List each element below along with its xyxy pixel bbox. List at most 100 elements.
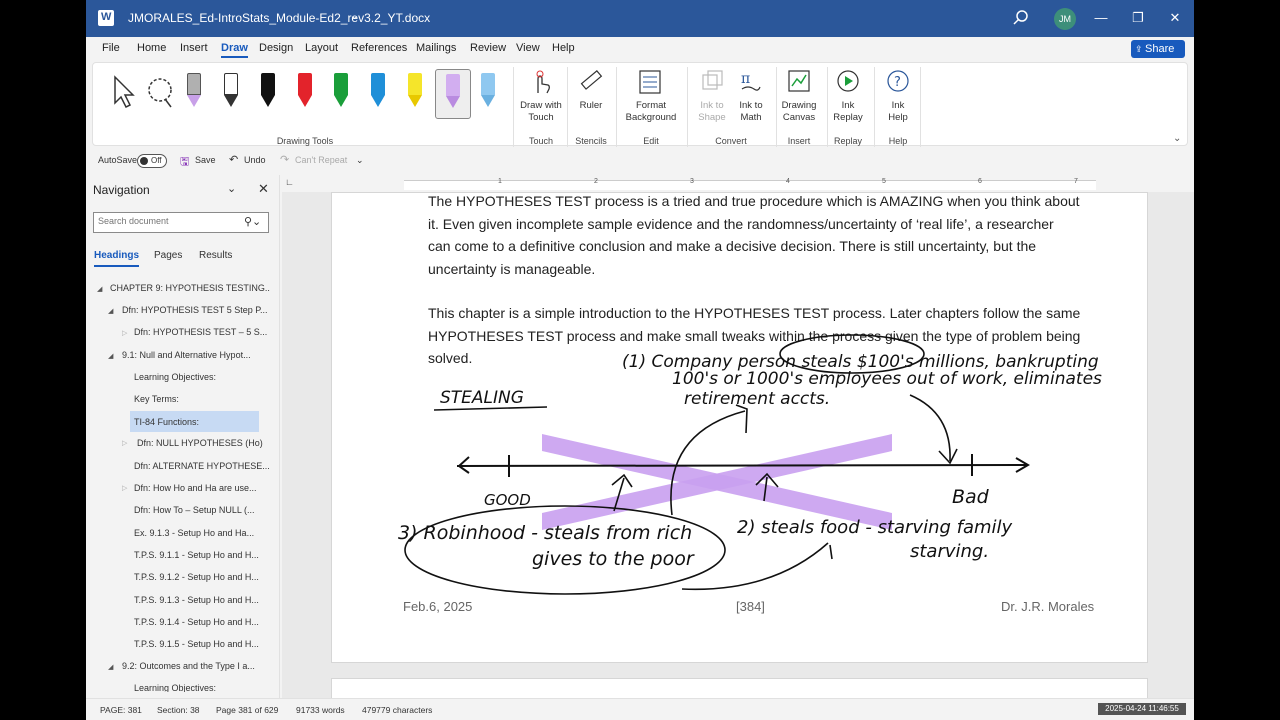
- pen-blue-icon[interactable]: [371, 73, 385, 109]
- tab-results[interactable]: Results: [199, 250, 232, 261]
- restore-icon[interactable]: ❐: [1128, 8, 1148, 28]
- format-background-label[interactable]: Format Background: [619, 100, 683, 124]
- drawing-canvas-label[interactable]: Drawing Canvas: [779, 100, 819, 124]
- tab-pages[interactable]: Pages: [154, 250, 182, 261]
- ink-to-math-label[interactable]: Ink to Math: [733, 100, 769, 124]
- heading-item[interactable]: CHAPTER 9: HYPOTHESIS TESTING...: [110, 283, 270, 293]
- autosave-toggle[interactable]: Off: [137, 154, 167, 168]
- save-button[interactable]: Save: [195, 155, 216, 165]
- expand-arrow-icon[interactable]: ▷: [122, 329, 127, 337]
- status-char-count[interactable]: 479779 characters: [362, 705, 432, 715]
- heading-item[interactable]: Dfn: How To – Setup NULL (...: [134, 505, 270, 515]
- pen-outline-icon[interactable]: [224, 73, 238, 109]
- status-section[interactable]: Section: 38: [157, 705, 200, 715]
- heading-item[interactable]: Learning Objectives:: [134, 372, 270, 382]
- tab-view[interactable]: View: [516, 42, 540, 54]
- expand-arrow-icon[interactable]: ▷: [122, 439, 127, 447]
- ink-to-math-icon[interactable]: π: [738, 69, 762, 95]
- close-icon[interactable]: ✕: [1165, 8, 1185, 28]
- format-background-icon[interactable]: [638, 69, 662, 95]
- touch-draw-icon[interactable]: [529, 69, 553, 95]
- collapse-arrow-icon[interactable]: ◢: [108, 307, 113, 315]
- heading-item[interactable]: Dfn: HYPOTHESIS TEST – 5 S...: [134, 327, 270, 337]
- ink-replay-icon[interactable]: [836, 69, 860, 95]
- save-icon[interactable]: 🖫: [180, 153, 189, 172]
- ink-good-label: GOOD: [484, 491, 531, 509]
- heading-item[interactable]: T.P.S. 9.1.5 - Setup Ho and H...: [134, 639, 270, 649]
- chevron-down-icon[interactable]: ⌄: [227, 182, 236, 195]
- tab-help[interactable]: Help: [552, 42, 575, 54]
- expand-arrow-icon[interactable]: ▷: [122, 484, 127, 492]
- drawing-canvas-icon[interactable]: [787, 69, 811, 95]
- customize-qat-icon[interactable]: ⌄: [356, 155, 364, 166]
- heading-item-selected[interactable]: TI-84 Functions:: [130, 411, 259, 432]
- ink-help-icon[interactable]: ?: [886, 69, 910, 95]
- ruler-label[interactable]: Ruler: [573, 100, 609, 112]
- collapse-arrow-icon[interactable]: ◢: [108, 352, 113, 360]
- highlighter-purple-selected[interactable]: [435, 69, 471, 119]
- ink-help-label[interactable]: Ink Help: [881, 100, 915, 124]
- pen-lightblue-icon[interactable]: [481, 73, 495, 109]
- close-icon[interactable]: ✕: [258, 181, 269, 197]
- horizontal-ruler[interactable]: ∟ 1 2 3 4 5 6 7: [282, 176, 1194, 191]
- heading-item[interactable]: Dfn: NULL HYPOTHESES (Ho): [137, 438, 270, 448]
- search-input[interactable]: [98, 216, 238, 226]
- search-document-field[interactable]: ⚲⌄: [93, 212, 269, 233]
- cant-repeat-button: Can't Repeat: [295, 155, 348, 165]
- heading-item[interactable]: T.P.S. 9.1.3 - Setup Ho and H...: [134, 595, 270, 605]
- tab-stop-icon[interactable]: ∟: [285, 177, 294, 187]
- arrow-head: [735, 404, 748, 434]
- collapse-arrow-icon[interactable]: ◢: [108, 663, 113, 671]
- undo-icon[interactable]: ↶: [229, 153, 238, 166]
- tab-design[interactable]: Design: [259, 42, 293, 54]
- tab-review[interactable]: Review: [470, 42, 506, 54]
- tab-mailings[interactable]: Mailings: [416, 42, 456, 54]
- tab-home[interactable]: Home: [137, 42, 166, 54]
- heading-item[interactable]: Ex. 9.1.3 - Setup Ho and Ha...: [134, 528, 270, 538]
- heading-item[interactable]: Dfn: How Ho and Ha are use...: [134, 483, 270, 493]
- tab-file[interactable]: File: [102, 42, 120, 54]
- tab-layout[interactable]: Layout: [305, 42, 338, 54]
- share-button[interactable]: ⇪ Share ⌄: [1131, 40, 1185, 73]
- highlighter-yellow-icon[interactable]: [408, 73, 422, 109]
- document-title[interactable]: JMORALES_Ed-IntroStats_Module-Ed2_rev3.2…: [128, 11, 430, 25]
- ruler-icon[interactable]: [579, 69, 603, 95]
- search-icon[interactable]: ⚲⌄: [244, 215, 261, 228]
- heading-item[interactable]: T.P.S. 9.1.1 - Setup Ho and H...: [134, 550, 270, 560]
- collapse-arrow-icon[interactable]: ◢: [97, 285, 102, 293]
- pen-black-icon[interactable]: [261, 73, 275, 109]
- chevron-down-icon[interactable]: ⌄: [350, 9, 359, 22]
- eraser-icon[interactable]: [187, 73, 201, 109]
- next-page[interactable]: [331, 678, 1148, 698]
- ink-bad-label: Bad: [952, 486, 990, 508]
- status-page-of[interactable]: Page 381 of 629: [216, 705, 278, 715]
- document-page[interactable]: The HYPOTHESES TEST process is a tried a…: [331, 192, 1148, 663]
- pen-green-icon[interactable]: [334, 73, 348, 109]
- heading-item[interactable]: T.P.S. 9.1.2 - Setup Ho and H...: [134, 572, 270, 582]
- minimize-icon[interactable]: —: [1091, 8, 1111, 28]
- ink-drawing[interactable]: STEALING (1) Company person steals $100'…: [332, 193, 1149, 664]
- status-page[interactable]: PAGE: 381: [100, 705, 142, 715]
- ink-replay-label[interactable]: Ink Replay: [831, 100, 865, 124]
- heading-item[interactable]: Dfn: HYPOTHESIS TEST 5 Step P...: [122, 305, 270, 315]
- heading-item[interactable]: Learning Objectives:: [134, 683, 270, 692]
- lasso-tool-icon[interactable]: [145, 75, 177, 111]
- heading-item[interactable]: T.P.S. 9.1.4 - Setup Ho and H...: [134, 617, 270, 627]
- tab-headings[interactable]: Headings: [94, 250, 140, 267]
- search-icon[interactable]: [1012, 9, 1030, 27]
- pen-red-icon[interactable]: [298, 73, 312, 109]
- ink-arrow: [909, 394, 951, 462]
- status-word-count[interactable]: 91733 words: [296, 705, 345, 715]
- tab-references[interactable]: References: [351, 42, 407, 54]
- select-tool-icon[interactable]: [111, 75, 137, 111]
- tab-insert[interactable]: Insert: [180, 42, 208, 54]
- heading-item[interactable]: 9.1: Null and Alternative Hypot...: [122, 350, 270, 360]
- undo-button[interactable]: Undo: [244, 155, 266, 165]
- avatar[interactable]: JM: [1054, 8, 1076, 30]
- heading-item[interactable]: 9.2: Outcomes and the Type I a...: [122, 661, 270, 671]
- heading-item[interactable]: Key Terms:: [134, 394, 270, 404]
- draw-with-touch-label[interactable]: Draw with Touch: [517, 100, 565, 124]
- heading-item[interactable]: Dfn: ALTERNATE HYPOTHESE...: [134, 461, 270, 471]
- collapse-ribbon-icon[interactable]: ⌄: [1173, 133, 1181, 144]
- tab-draw[interactable]: Draw: [221, 42, 248, 58]
